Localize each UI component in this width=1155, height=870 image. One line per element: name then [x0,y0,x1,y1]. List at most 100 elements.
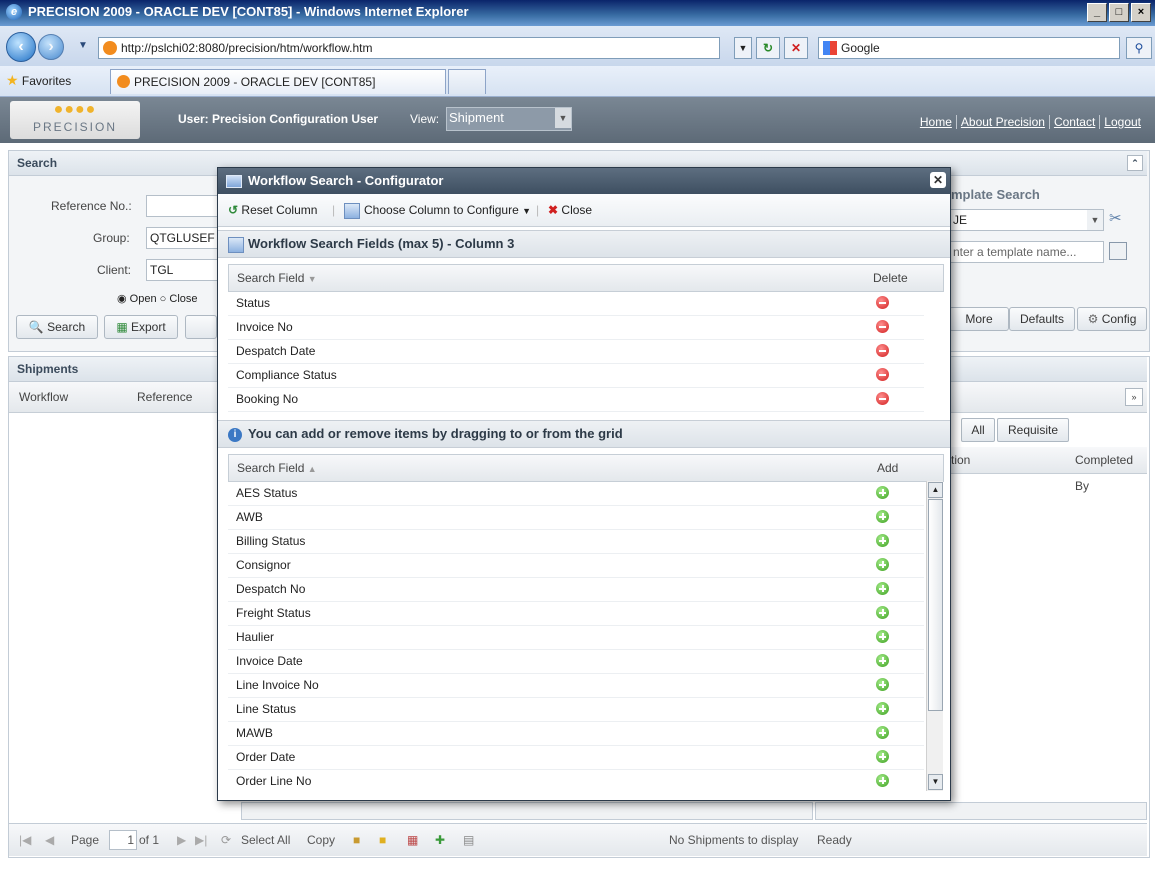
more-button[interactable]: More [949,307,1009,331]
available-field-row[interactable]: AES Status [228,481,924,506]
history-dropdown-icon[interactable]: ▼ [78,40,88,51]
expand-icon[interactable]: » [1125,388,1143,406]
puzzle-icon[interactable]: ✚ [435,824,445,856]
delete-icon[interactable] [876,320,889,333]
add-icon[interactable] [876,582,889,595]
reset-column-button[interactable]: ↺ Reset Column [228,194,317,226]
col-completed-by[interactable]: Completed By [1075,447,1147,499]
open-radio[interactable]: ◉ [117,293,127,305]
search-box[interactable]: Google [818,37,1120,59]
contact-link[interactable]: Contact [1049,115,1101,129]
template-select[interactable]: JE ▼ [949,209,1104,231]
note-icon[interactable]: ■ [379,824,386,856]
available-field-row[interactable]: Order Line No [228,769,924,793]
home-link[interactable]: Home [915,115,957,129]
available-field-row[interactable]: Order Date [228,745,924,770]
forward-button[interactable]: › [38,34,64,60]
config-button[interactable]: ⚙ Config [1077,307,1147,331]
logout-link[interactable]: Logout [1100,115,1145,129]
stop-button[interactable]: ✕ [784,37,808,59]
extra-button[interactable] [185,315,217,339]
add-icon[interactable] [876,750,889,763]
add-icon[interactable] [876,534,889,547]
refresh-button[interactable]: ↻ [756,37,780,59]
available-col-search-field[interactable]: Search Field ▲ [237,455,317,482]
selected-field-row[interactable]: Despatch Date [228,339,924,364]
delete-icon[interactable] [876,344,889,357]
view-select[interactable]: Shipment ▼ [446,107,572,131]
minimize-button[interactable]: _ [1087,3,1107,22]
tab-requisite[interactable]: Requisite [997,418,1069,442]
new-tab-button[interactable] [448,69,486,94]
template-name-input[interactable]: nter a template name... [949,241,1104,263]
scroll-thumb[interactable] [928,499,943,711]
about-link[interactable]: About Precision [956,115,1050,129]
defaults-button[interactable]: Defaults [1009,307,1075,331]
add-icon[interactable] [876,654,889,667]
save-icon[interactable] [1109,242,1127,260]
choose-column-button[interactable]: Choose Column to Configure ▼ [344,194,531,227]
search-go-icon[interactable]: ⚲ [1126,37,1152,59]
horizontal-scrollbar[interactable] [241,802,813,820]
add-icon[interactable] [876,606,889,619]
export-button[interactable]: ▦ Export [104,315,178,339]
available-field-row[interactable]: Line Invoice No [228,673,924,698]
selected-field-row[interactable]: Invoice No [228,315,924,340]
reference-input[interactable] [146,195,228,217]
document-icon[interactable]: ▤ [463,824,474,856]
copy-button[interactable]: Copy [307,824,335,856]
add-icon[interactable] [876,630,889,643]
prev-page-icon[interactable]: ◀ [45,824,54,856]
scroll-up-icon[interactable]: ▲ [928,482,943,498]
page-input[interactable]: 1 [109,830,137,850]
scissors-icon[interactable]: ✂ [1109,209,1122,227]
url-input[interactable]: http://pslchi02:8080/precision/htm/workf… [98,37,720,59]
add-icon[interactable] [876,774,889,787]
closed-radio[interactable]: ○ [160,293,167,305]
available-field-row[interactable]: Haulier [228,625,924,650]
tab-all[interactable]: All [961,418,995,442]
dialog-close-button[interactable]: ✖ Close [548,194,592,226]
vertical-scrollbar[interactable]: ▲ ▼ [926,481,943,791]
refresh-icon[interactable]: ⟳ [221,824,231,856]
selected-field-row[interactable]: Booking No [228,387,924,412]
next-page-icon[interactable]: ▶ [177,824,186,856]
add-icon[interactable] [876,486,889,499]
add-icon[interactable] [876,702,889,715]
available-field-row[interactable]: MAWB [228,721,924,746]
available-field-row[interactable]: Line Status [228,697,924,722]
delete-icon[interactable] [876,368,889,381]
dialog-close-icon[interactable]: ✕ [930,172,946,188]
col-action[interactable]: tion [951,447,970,473]
folder-icon[interactable]: ■ [353,824,360,856]
available-field-row[interactable]: Consignor [228,553,924,578]
available-field-row[interactable]: Billing Status [228,529,924,554]
collapse-icon[interactable]: ⌃ [1127,155,1143,171]
search-button[interactable]: 🔍 Search [16,315,98,339]
favorites-button[interactable]: ★ Favorites [6,72,71,89]
back-button[interactable]: ‹ [6,32,36,62]
maximize-button[interactable]: □ [1109,3,1129,22]
scroll-down-icon[interactable]: ▼ [928,774,943,790]
delete-icon[interactable] [876,392,889,405]
selected-col-search-field[interactable]: Search Field ▼ [237,265,317,292]
delete-icon[interactable] [876,296,889,309]
horizontal-scrollbar-right[interactable] [815,802,1147,820]
first-page-icon[interactable]: |◀ [19,824,31,856]
url-dropdown-button[interactable]: ▼ [734,37,752,59]
add-icon[interactable] [876,558,889,571]
selected-field-row[interactable]: Compliance Status [228,363,924,388]
last-page-icon[interactable]: ▶| [195,824,207,856]
add-icon[interactable] [876,678,889,691]
available-field-row[interactable]: Freight Status [228,601,924,626]
browser-tab[interactable]: PRECISION 2009 - ORACLE DEV [CONT85] [110,69,446,94]
selected-field-row[interactable]: Status [228,291,924,316]
close-window-button[interactable]: × [1131,3,1151,22]
select-all-button[interactable]: Select All [241,824,290,856]
calendar-icon[interactable]: ▦ [407,824,418,856]
available-field-row[interactable]: AWB [228,505,924,530]
available-field-row[interactable]: Despatch No [228,577,924,602]
add-icon[interactable] [876,510,889,523]
add-icon[interactable] [876,726,889,739]
col-reference[interactable]: Reference [137,382,192,412]
